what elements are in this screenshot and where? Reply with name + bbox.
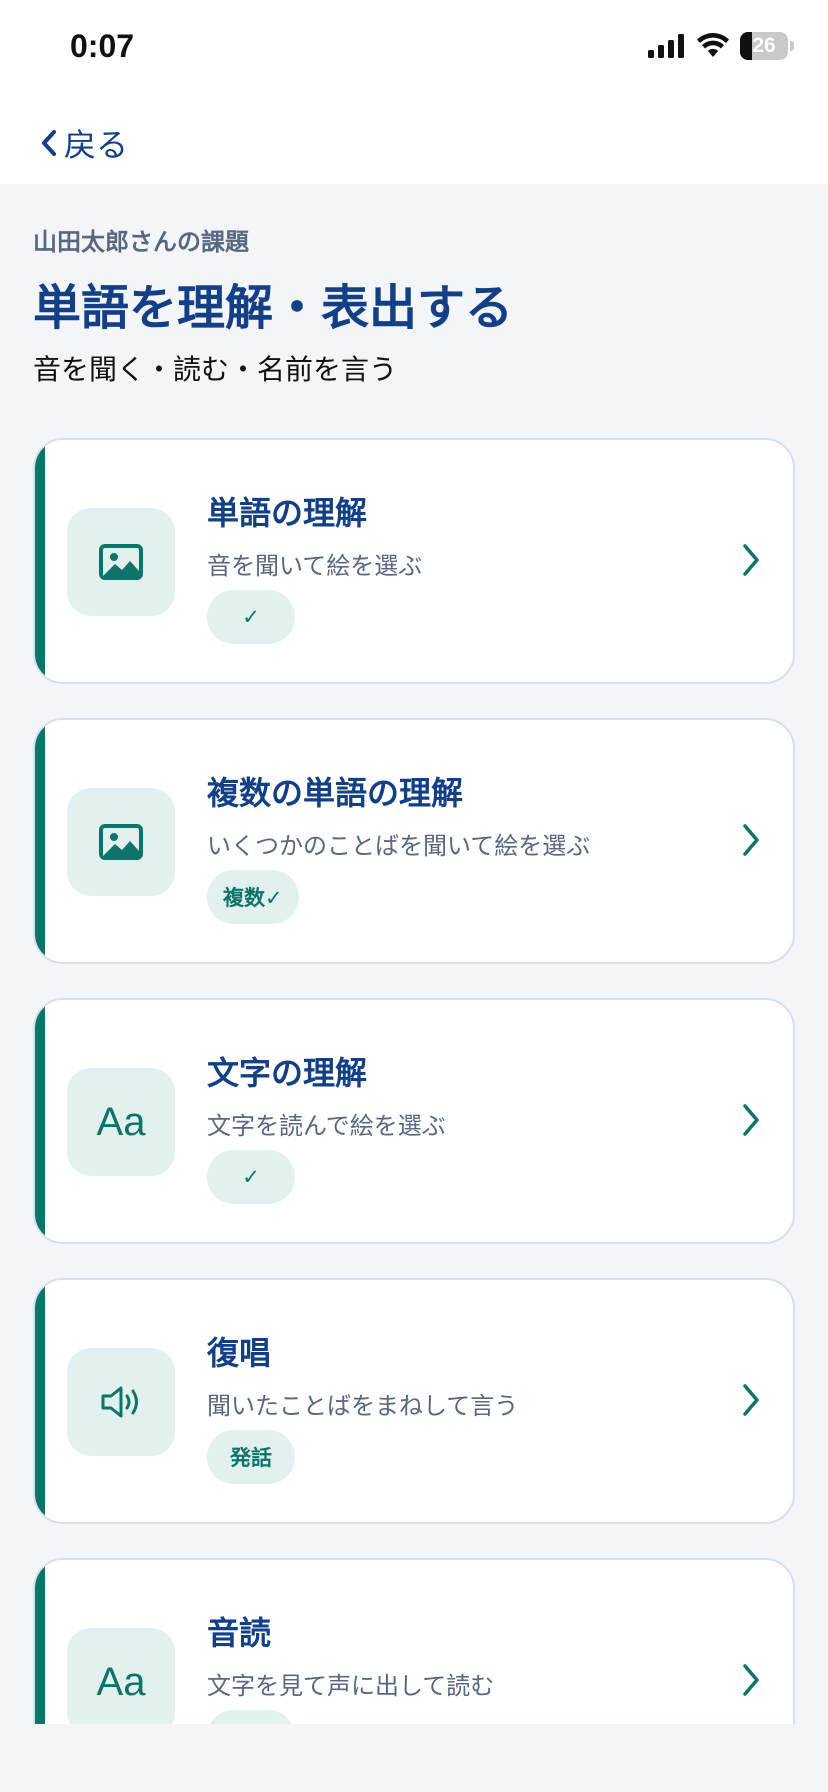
back-label: 戻る xyxy=(64,126,129,164)
chevron-right-icon xyxy=(743,1664,759,1696)
task-title: 文字の理解 xyxy=(207,1054,368,1092)
chevron-right-icon xyxy=(743,544,759,576)
top-bar: 0:07 26 戻る xyxy=(0,0,828,184)
task-icon-tile xyxy=(67,508,175,616)
task-icon-tile: Aa xyxy=(67,1628,175,1724)
chevron-right-icon xyxy=(743,1104,759,1136)
task-tag: 複数✓ xyxy=(207,870,299,924)
card-accent-bar xyxy=(35,1560,45,1724)
task-card-word-comprehension[interactable]: 単語の理解 音を聞いて絵を選ぶ ✓ xyxy=(33,438,795,684)
task-title: 複数の単語の理解 xyxy=(207,774,464,812)
wifi-icon xyxy=(697,33,729,57)
task-tag xyxy=(207,1710,295,1724)
task-description: 音を聞いて絵を選ぶ xyxy=(207,552,423,580)
owner-label: 山田太郎さんの課題 xyxy=(33,228,249,256)
battery-nub xyxy=(790,41,794,51)
task-description: 聞いたことばをまねして言う xyxy=(207,1392,519,1420)
status-time: 0:07 xyxy=(70,28,135,64)
text-aa-icon: Aa xyxy=(96,1659,146,1704)
chevron-right-icon xyxy=(743,824,759,856)
task-icon-tile: Aa xyxy=(67,1068,175,1176)
card-accent-bar xyxy=(35,1000,45,1242)
task-description: いくつかのことばを聞いて絵を選ぶ xyxy=(207,832,591,860)
task-card-text-comprehension[interactable]: Aa 文字の理解 文字を読んで絵を選ぶ ✓ xyxy=(33,998,795,1244)
page-title: 単語を理解・表出する xyxy=(33,280,514,336)
battery-percent: 26 xyxy=(752,34,776,57)
task-description: 文字を読んで絵を選ぶ xyxy=(207,1112,446,1140)
task-icon-tile xyxy=(67,1348,175,1456)
task-card-reading-aloud[interactable]: Aa 音読 文字を見て声に出して読む xyxy=(33,1558,795,1724)
battery-icon: 26 xyxy=(740,32,788,60)
speaker-icon xyxy=(101,1386,138,1418)
task-tag: ✓ xyxy=(207,590,295,644)
status-icons: 26 xyxy=(648,32,794,60)
task-title: 単語の理解 xyxy=(207,494,368,532)
task-icon-tile xyxy=(67,788,175,896)
task-title: 復唱 xyxy=(207,1334,272,1372)
chevron-right-icon xyxy=(743,1384,759,1416)
task-tag: 発話 xyxy=(207,1430,295,1484)
card-accent-bar xyxy=(35,1280,45,1522)
task-list-screen: 山田太郎さんの課題 単語を理解・表出する 音を聞く・読む・名前を言う 単語の理解… xyxy=(0,184,828,1724)
task-title: 音読 xyxy=(207,1614,272,1652)
task-tag: ✓ xyxy=(207,1150,295,1204)
back-button[interactable]: 戻る xyxy=(40,120,128,166)
signal-icon xyxy=(648,34,684,58)
task-card-multi-word-comprehension[interactable]: 複数の単語の理解 いくつかのことばを聞いて絵を選ぶ 複数✓ xyxy=(33,718,795,964)
chevron-left-icon xyxy=(42,130,56,156)
image-icon xyxy=(99,544,143,580)
page-subtitle: 音を聞く・読む・名前を言う xyxy=(33,353,398,386)
image-icon xyxy=(99,824,143,860)
text-aa-icon: Aa xyxy=(96,1099,146,1144)
card-accent-bar xyxy=(35,440,45,682)
card-accent-bar xyxy=(35,720,45,962)
task-card-repetition[interactable]: 復唱 聞いたことばをまねして言う 発話 xyxy=(33,1278,795,1524)
task-description: 文字を見て声に出して読む xyxy=(207,1672,495,1700)
